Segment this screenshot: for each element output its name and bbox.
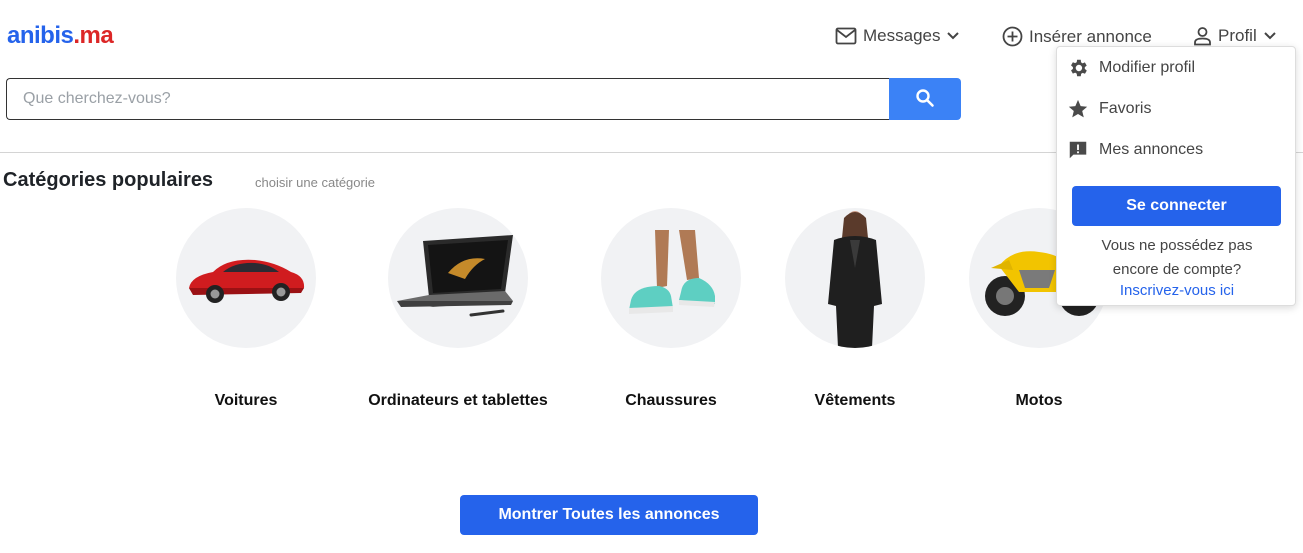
clothing-image <box>785 208 925 348</box>
logo-part-1: anibis <box>7 22 74 49</box>
star-icon <box>1067 98 1089 120</box>
category-card-ordinateurs[interactable]: Ordinateurs et tablettes <box>338 208 578 410</box>
search-icon <box>915 88 935 111</box>
search-bar <box>6 78 961 120</box>
chevron-down-icon <box>946 31 960 41</box>
gear-icon <box>1067 57 1089 79</box>
menu-item-modifier-profil[interactable]: Modifier profil <box>1067 57 1195 79</box>
feedback-icon <box>1067 139 1089 161</box>
profile-dropdown: Modifier profil Favoris Mes annonces Se … <box>1056 46 1296 306</box>
user-icon <box>1193 26 1212 46</box>
note-line-2: encore de compte? <box>1112 261 1242 278</box>
category-card-voitures[interactable]: Voitures <box>126 208 366 410</box>
logo[interactable]: anibis.ma <box>7 22 114 50</box>
car-image <box>176 208 316 348</box>
menu-item-label: Modifier profil <box>1099 59 1196 76</box>
search-input[interactable] <box>6 78 889 120</box>
profile-label: Profil <box>1218 26 1257 45</box>
choose-category-link[interactable]: choisir une catégorie <box>255 175 375 190</box>
sneakers-image <box>601 208 741 348</box>
category-label: Voitures <box>214 392 278 409</box>
logo-part-2: .ma <box>73 22 114 49</box>
category-label: Motos <box>1015 392 1063 409</box>
insert-ad-link[interactable]: Insérer annonce <box>1002 26 1152 47</box>
show-all-ads-button[interactable]: Montrer Toutes les annonces <box>460 495 758 535</box>
menu-item-label: Favoris <box>1099 100 1152 117</box>
note-line-1: Vous ne possédez pas <box>1101 237 1253 254</box>
laptop-image <box>388 208 528 348</box>
messages-label: Messages <box>863 26 941 45</box>
menu-item-mes-annonces[interactable]: Mes annonces <box>1067 139 1203 161</box>
profile-menu[interactable]: Profil <box>1193 26 1277 46</box>
plus-circle-icon <box>1002 26 1023 47</box>
insert-ad-label: Insérer annonce <box>1029 26 1152 46</box>
register-link[interactable]: Inscrivez-vous ici <box>1057 282 1297 299</box>
categories-title: Catégories populaires <box>3 169 214 191</box>
chevron-down-icon <box>1263 31 1277 41</box>
category-label: Ordinateurs et tablettes <box>368 392 548 409</box>
no-account-note: Vous ne possédez pas encore de compte? <box>1057 234 1297 282</box>
menu-item-label: Mes annonces <box>1099 141 1204 158</box>
menu-item-favoris[interactable]: Favoris <box>1067 98 1151 120</box>
messages-menu[interactable]: Messages <box>835 26 960 46</box>
search-button[interactable] <box>889 78 961 120</box>
envelope-icon <box>835 27 857 45</box>
login-button[interactable]: Se connecter <box>1072 186 1281 226</box>
